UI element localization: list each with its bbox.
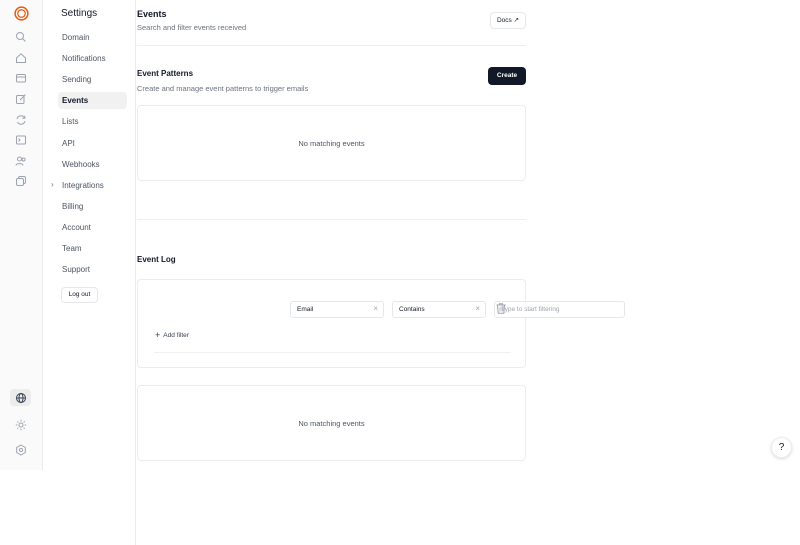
filter-operator-select[interactable]: Contains × [392, 301, 486, 318]
nav-item-billing[interactable]: Billing [58, 198, 127, 215]
filter-value-input[interactable]: Type to start filtering [494, 301, 625, 318]
sun-icon[interactable] [15, 419, 27, 431]
trash-icon[interactable] [496, 303, 506, 314]
icon-rail [0, 0, 43, 470]
users-icon[interactable] [15, 155, 27, 167]
event-log-title: Event Log [137, 255, 176, 264]
logout-button[interactable]: Log out [61, 287, 98, 303]
nav-item-integrations[interactable]: › Integrations [51, 177, 127, 194]
nav-item-notifications[interactable]: Notifications [58, 50, 127, 67]
add-filter-button[interactable]: + Add filter [155, 330, 189, 340]
event-patterns-subtitle: Create and manage event patterns to trig… [137, 84, 309, 93]
filter-value-placeholder: Type to start filtering [501, 306, 560, 313]
event-log-results-card: No matching events [137, 385, 526, 461]
filter-field-value: Email [297, 306, 314, 313]
nav-item-lists[interactable]: Lists [58, 113, 127, 130]
filter-field-select[interactable]: Email × [290, 301, 384, 318]
copy-icon[interactable] [15, 175, 27, 187]
clear-operator-icon[interactable]: × [475, 304, 480, 313]
nav-item-sending[interactable]: Sending [58, 71, 127, 88]
create-button[interactable]: Create [488, 67, 526, 85]
terminal-icon[interactable] [15, 134, 27, 146]
nav-item-api[interactable]: API [58, 135, 127, 152]
nav-item-domain[interactable]: Domain [58, 29, 127, 46]
event-patterns-title: Event Patterns [137, 69, 194, 78]
edit-icon[interactable] [15, 93, 27, 105]
page-subtitle: Search and filter events received [137, 23, 247, 32]
nav-item-team[interactable]: Team [58, 240, 127, 257]
filter-divider [154, 352, 511, 353]
help-button[interactable]: ? [771, 437, 792, 458]
nav-item-webhooks[interactable]: Webhooks [58, 156, 127, 173]
home-icon[interactable] [15, 52, 27, 64]
settings-icon[interactable] [15, 444, 27, 456]
clear-field-icon[interactable]: × [373, 304, 378, 313]
nav-item-integrations-label: Integrations [62, 181, 104, 190]
nav-item-events[interactable]: Events [58, 92, 127, 109]
event-log-empty: No matching events [298, 419, 365, 428]
page-title: Events [137, 9, 167, 19]
nav-item-account[interactable]: Account [58, 219, 127, 236]
settings-title: Settings [61, 8, 98, 19]
add-filter-label: Add filter [163, 332, 189, 339]
brand-logo[interactable] [14, 6, 29, 21]
filter-operator-value: Contains [399, 306, 425, 313]
globe-icon[interactable] [15, 392, 27, 404]
section-divider [137, 219, 526, 220]
event-log-filter-card [137, 279, 526, 368]
settings-nav: Settings Domain Notifications Sending Ev… [43, 0, 136, 545]
nav-item-support[interactable]: Support [58, 261, 127, 278]
search-icon[interactable] [15, 31, 27, 43]
event-patterns-empty: No matching events [298, 139, 365, 148]
inbox-icon[interactable] [15, 72, 27, 84]
plus-icon: + [155, 330, 161, 340]
event-patterns-card: No matching events [137, 105, 526, 181]
docs-button[interactable]: Docs ↗ [490, 12, 526, 29]
chevron-right-icon: › [51, 180, 54, 189]
refresh-icon[interactable] [15, 114, 27, 126]
header-divider [137, 45, 526, 46]
